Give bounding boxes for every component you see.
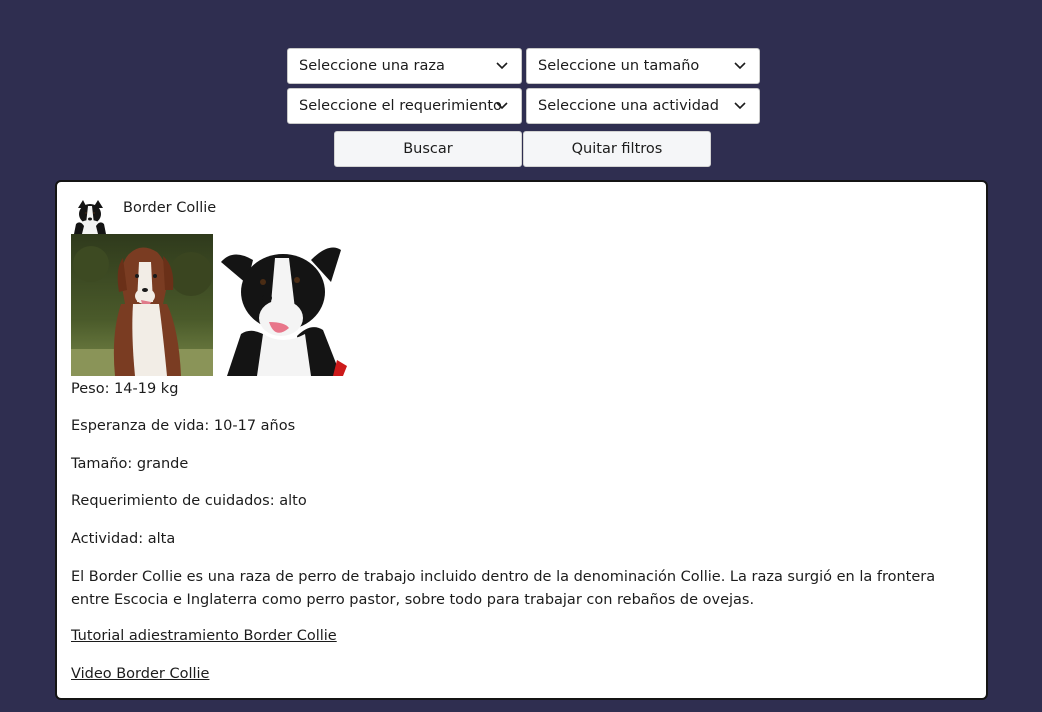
breed-description: El Border Collie es una raza de perro de… [71,569,936,608]
breed-activity: Actividad: alta [71,531,176,547]
activity-select-value: Seleccione una actividad [538,98,719,114]
requirement-select-value: Seleccione el requerimiento [299,98,502,114]
tutorial-link[interactable]: Tutorial adiestramiento Border Collie [71,628,337,644]
breed-lifespan: Esperanza de vida: 10-17 años [71,418,296,434]
breed-card: Border Collie Peso: 14-19 kg Esperanza d… [55,180,988,700]
breed-select-value: Seleccione una raza [299,58,445,74]
breed-photo-2 [213,234,355,376]
clear-filters-button[interactable]: Quitar filtros [523,131,711,167]
activity-select[interactable]: Seleccione una actividad [526,88,760,124]
size-select[interactable]: Seleccione un tamaño [526,48,760,84]
search-button[interactable]: Buscar [334,131,522,167]
breed-avatar [72,198,108,234]
breed-photo-1 [71,234,213,376]
dog-avatar-image [72,198,108,234]
dog-photo-brown [71,234,213,376]
breed-size: Tamaño: grande [71,456,189,472]
chevron-down-icon [496,62,508,70]
breed-care-requirement: Requerimiento de cuidados: alto [71,493,307,509]
video-link[interactable]: Video Border Collie [71,666,209,682]
requirement-select[interactable]: Seleccione el requerimiento [287,88,522,124]
chevron-down-icon [734,62,746,70]
chevron-down-icon [734,102,746,110]
dog-photo-black-white [213,234,355,376]
breed-name: Border Collie [123,200,217,216]
breed-select[interactable]: Seleccione una raza [287,48,522,84]
size-select-value: Seleccione un tamaño [538,58,700,74]
chevron-down-icon [496,102,508,110]
breed-weight: Peso: 14-19 kg [71,381,179,397]
